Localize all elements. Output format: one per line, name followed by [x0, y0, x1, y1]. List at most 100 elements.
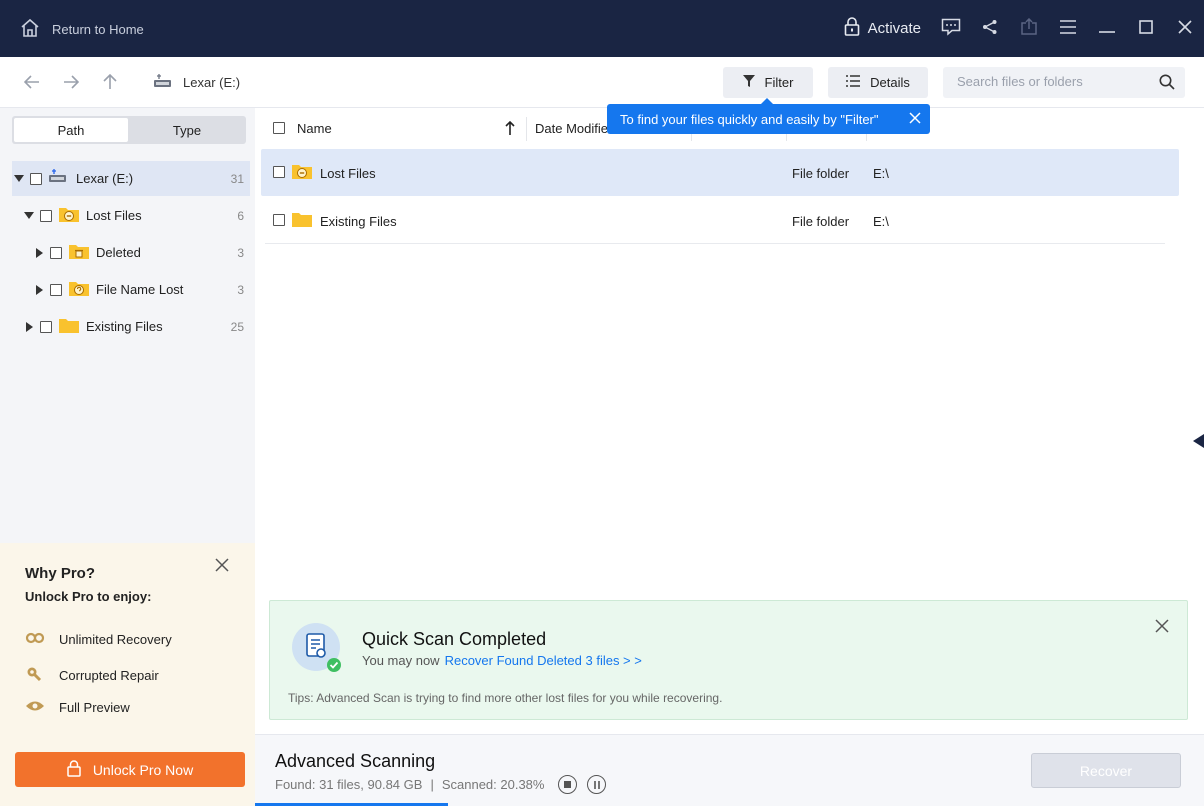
recover-button[interactable]: Recover	[1031, 753, 1181, 788]
status-divider: |	[430, 777, 434, 792]
export-icon	[1020, 17, 1038, 39]
notice-close-icon[interactable]	[1155, 619, 1169, 636]
return-home-button[interactable]: Return to Home	[20, 18, 144, 41]
eye-icon	[25, 700, 45, 715]
collapse-icon[interactable]	[14, 175, 24, 182]
tree-item-count: 3	[237, 282, 244, 297]
collapse-icon[interactable]	[24, 212, 34, 219]
tree-item-label: File Name Lost	[96, 282, 184, 297]
expand-icon[interactable]	[36, 284, 43, 295]
details-button[interactable]: Details	[828, 67, 928, 98]
sort-ascending-icon[interactable]	[505, 120, 515, 138]
tree-item-file-name-lost[interactable]: File Name Lost 3	[12, 272, 250, 307]
row-path: E:\	[873, 166, 889, 181]
scan-status-bar: Advanced Scanning Found: 31 files, 90.84…	[255, 734, 1204, 806]
close-window-button[interactable]	[1165, 0, 1204, 57]
pro-feature: Unlimited Recovery	[25, 632, 172, 647]
activate-button[interactable]: Activate	[844, 16, 921, 41]
why-pro-title: Why Pro?	[25, 565, 95, 582]
filter-tooltip: To find your files quickly and easily by…	[607, 98, 930, 134]
column-name[interactable]: Name	[297, 121, 332, 136]
row-path: E:\	[873, 214, 889, 229]
row-checkbox[interactable]	[273, 214, 285, 226]
stop-scan-button[interactable]	[558, 775, 578, 794]
table-row[interactable]: Existing Files File folder E:\	[261, 197, 1179, 244]
scanned-progress: Scanned: 20.38%	[441, 777, 545, 792]
wrench-icon	[25, 666, 45, 685]
notice-sub-prefix: You may now	[362, 653, 440, 668]
column-divider	[526, 117, 527, 141]
tree-item-count: 31	[230, 171, 244, 186]
infinity-icon	[25, 632, 45, 647]
close-icon	[1177, 20, 1192, 37]
table-row[interactable]: Lost Files File folder E:\	[261, 149, 1179, 196]
pro-close-icon[interactable]	[215, 558, 229, 575]
maximize-button[interactable]	[1126, 0, 1165, 57]
found-summary: Found: 31 files, 90.84 GB	[275, 777, 423, 792]
tree-checkbox[interactable]	[40, 209, 52, 222]
unlock-pro-button[interactable]: Unlock Pro Now	[15, 752, 245, 787]
lock-icon	[67, 759, 81, 780]
scan-status-title: Advanced Scanning	[275, 751, 436, 771]
tree-checkbox[interactable]	[50, 246, 62, 259]
breadcrumb[interactable]: Lexar (E:)	[153, 73, 240, 92]
up-button[interactable]	[100, 73, 120, 93]
recover-deleted-link[interactable]: Recover Found Deleted 3 files > >	[445, 653, 642, 668]
breadcrumb-location: Lexar (E:)	[183, 75, 241, 90]
pro-feature-label: Unlimited Recovery	[59, 632, 172, 647]
tooltip-close-icon[interactable]	[909, 112, 921, 127]
title-bar: Return to Home Activate	[0, 0, 1204, 57]
tree-item-label: Lexar (E:)	[76, 171, 134, 186]
back-button[interactable]	[22, 73, 42, 93]
minimize-button[interactable]	[1087, 0, 1126, 57]
tree-item-lexar[interactable]: Lexar (E:) 31	[12, 161, 250, 196]
menu-button[interactable]	[1048, 0, 1087, 57]
minimize-icon	[1098, 21, 1115, 36]
return-home-label: Return to Home	[52, 22, 144, 37]
tab-path[interactable]: Path	[14, 118, 128, 142]
filter-button[interactable]: Filter	[723, 67, 813, 98]
forward-button[interactable]	[61, 73, 81, 93]
notice-tips: Tips: Advanced Scan is trying to find mo…	[288, 691, 723, 705]
tree-checkbox[interactable]	[50, 283, 62, 296]
unlock-pro-label: Unlock Pro Now	[92, 761, 194, 778]
funnel-icon	[742, 75, 755, 90]
tree-item-deleted[interactable]: Deleted 3	[12, 235, 250, 270]
pause-scan-button[interactable]	[587, 775, 607, 794]
activate-label: Activate	[867, 20, 921, 37]
select-all-checkbox[interactable]	[273, 122, 285, 134]
row-name: Lost Files	[320, 166, 376, 181]
usb-drive-icon	[153, 73, 173, 92]
expand-icon[interactable]	[26, 321, 33, 332]
tree-item-lost-files[interactable]: Lost Files 6	[12, 198, 250, 233]
preview-panel-toggle-icon[interactable]	[1193, 434, 1204, 448]
share-button[interactable]	[970, 0, 1009, 57]
why-pro-panel: Why Pro? Unlock Pro to enjoy: Unlimited …	[0, 543, 255, 806]
pro-feature: Corrupted Repair	[25, 666, 159, 685]
row-divider	[265, 243, 1165, 244]
search-box	[943, 67, 1185, 98]
hamburger-icon	[1059, 20, 1076, 37]
arrow-right-icon	[63, 74, 80, 92]
tree-checkbox[interactable]	[40, 320, 52, 333]
tree-item-existing-files[interactable]: Existing Files 25	[12, 309, 250, 344]
search-input[interactable]	[957, 74, 1147, 89]
why-pro-subtitle: Unlock Pro to enjoy:	[25, 589, 152, 604]
expand-icon[interactable]	[36, 247, 43, 258]
tree-item-label: Lost Files	[86, 208, 142, 223]
lost-folder-icon	[58, 206, 80, 226]
row-name: Existing Files	[320, 214, 397, 229]
column-date-modified[interactable]: Date Modifie	[535, 121, 608, 136]
tab-type[interactable]: Type	[130, 118, 244, 142]
feedback-button[interactable]	[931, 0, 970, 57]
tree-item-count: 6	[237, 208, 244, 223]
filter-label: Filter	[764, 75, 794, 90]
tree-item-count: 3	[237, 245, 244, 260]
scan-report-icon	[292, 623, 344, 678]
tree-checkbox[interactable]	[30, 172, 42, 185]
pause-icon	[593, 777, 601, 792]
row-checkbox[interactable]	[273, 166, 285, 178]
export-button[interactable]	[1009, 0, 1048, 57]
arrow-left-icon	[23, 74, 40, 92]
search-icon[interactable]	[1159, 74, 1175, 93]
